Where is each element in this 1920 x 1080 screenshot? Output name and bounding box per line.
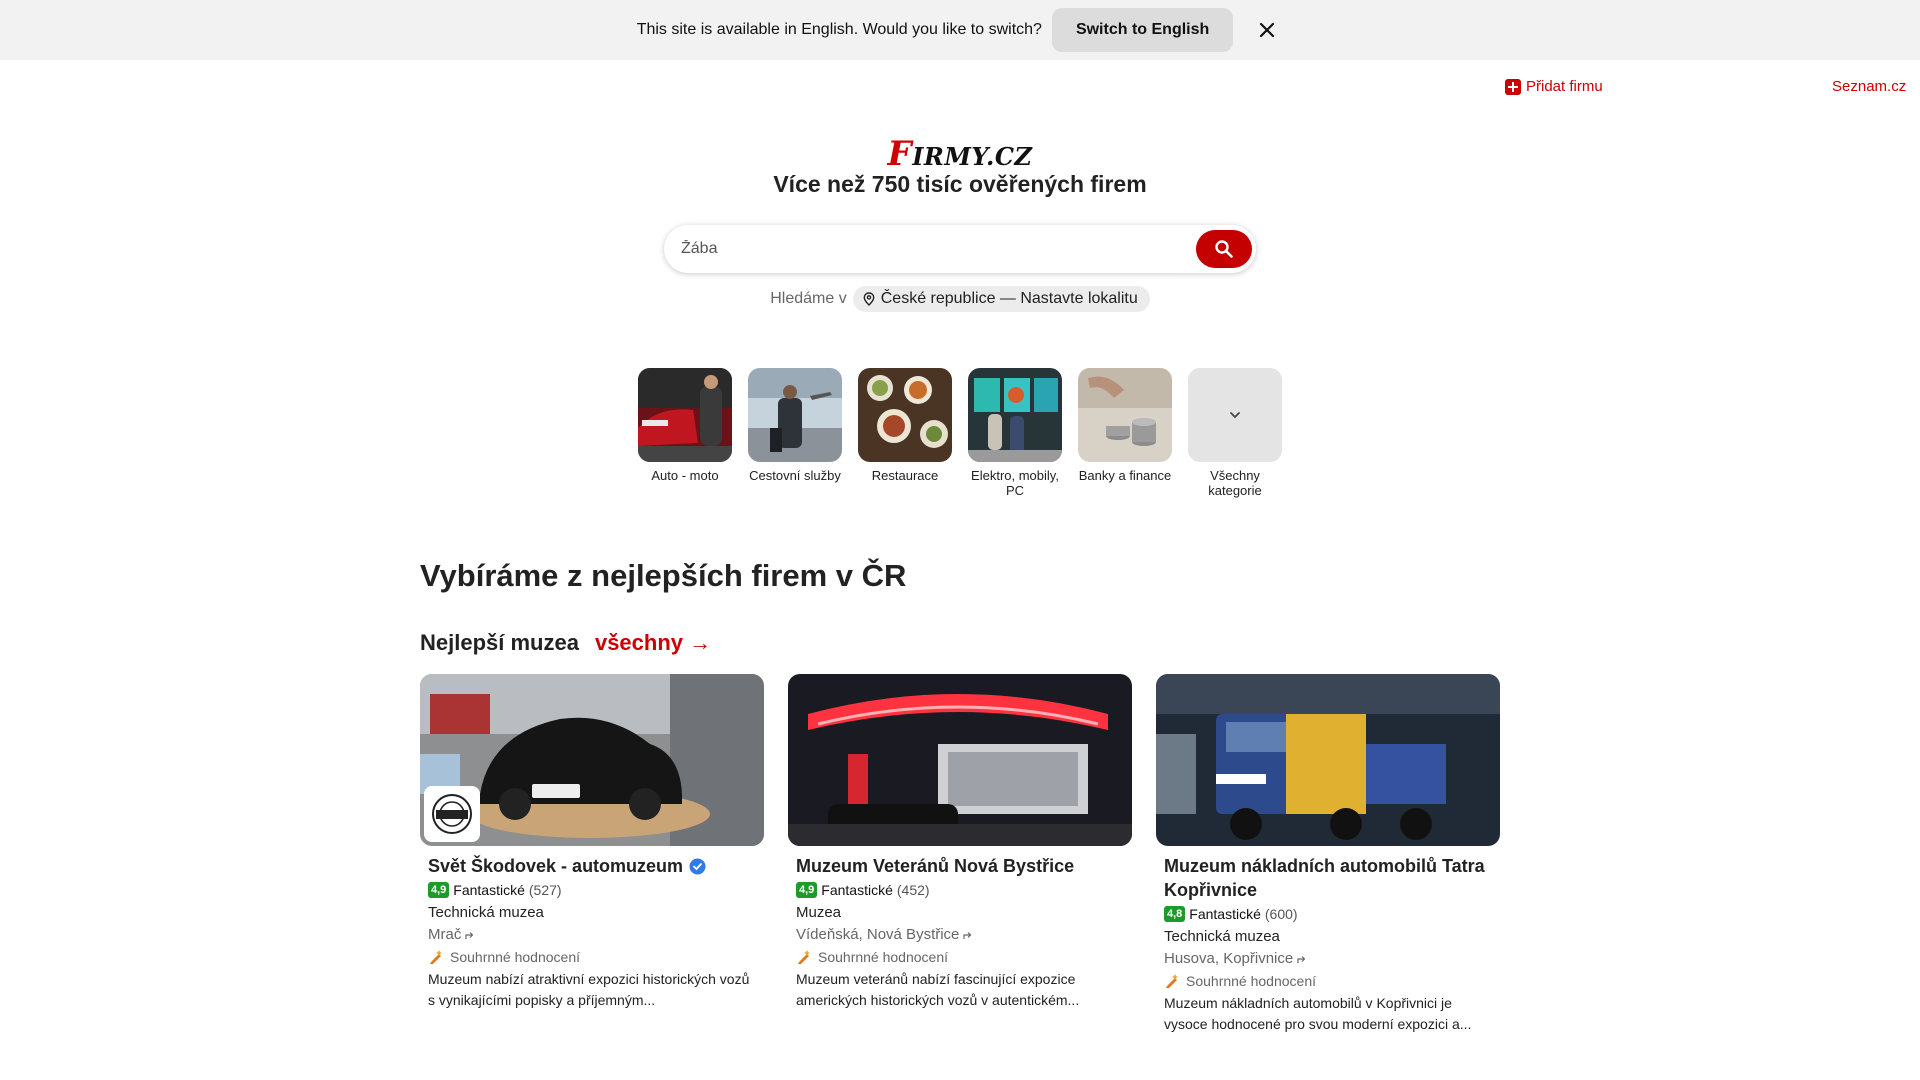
chevron-down-icon bbox=[1230, 412, 1240, 419]
expand-categories[interactable] bbox=[1188, 368, 1282, 462]
museum-description: Muzeum nákladních automobilů v Kopřivnic… bbox=[1164, 995, 1472, 1032]
museum-category: Technická muzea bbox=[1164, 928, 1280, 945]
category-strip: Auto - moto Cestovní služby Restaurace E… bbox=[638, 368, 1282, 498]
search-icon bbox=[1215, 240, 1233, 258]
museum-description: Muzeum nabízí atraktivní expozici histor… bbox=[428, 971, 750, 1008]
summary-rating: Souhrnné hodnocení bbox=[428, 949, 756, 965]
seznam-link[interactable]: Seznam.cz bbox=[1832, 78, 1906, 95]
category-image bbox=[748, 368, 842, 462]
locality-value: České republice — Nastavte lokalitu bbox=[880, 290, 1138, 307]
plus-icon bbox=[1505, 78, 1521, 95]
locality-row: Hledáme v České republice — Nastavte lok… bbox=[0, 286, 1920, 312]
firmy-logo[interactable]: FIRMY.CZ bbox=[0, 134, 1920, 174]
rating-count: (527) bbox=[528, 882, 562, 898]
locality-chip[interactable]: České republice — Nastavte lokalitu bbox=[852, 286, 1150, 312]
rating-count: (452) bbox=[896, 882, 930, 898]
category-travel[interactable]: Cestovní služby bbox=[748, 368, 842, 498]
museum-rating: 4,8 Fantastické (600) bbox=[1164, 906, 1492, 922]
add-firm-link[interactable]: Přidat firmu bbox=[1505, 78, 1603, 95]
category-banking[interactable]: Banky a finance bbox=[1078, 368, 1172, 498]
category-image bbox=[858, 368, 952, 462]
museum-description: Muzeum veteránů nabízí fascinující expoz… bbox=[796, 971, 1080, 1008]
rating-label: Fantastické bbox=[821, 882, 893, 898]
museum-address[interactable]: Vídeňská, Nová Bystřice bbox=[796, 926, 1124, 943]
svet-skodovek-logo bbox=[424, 786, 480, 842]
rating-score: 4,9 bbox=[428, 882, 450, 898]
language-banner: This site is available in English. Would… bbox=[0, 0, 1920, 60]
language-banner-message: This site is available in English. Would… bbox=[636, 21, 1042, 38]
category-label: Auto - moto bbox=[651, 468, 719, 483]
pencil-sparkle-icon bbox=[1166, 974, 1178, 988]
verified-icon bbox=[689, 858, 706, 874]
museums-heading: Nejlepší muzea všechny → bbox=[420, 630, 711, 656]
museum-title[interactable]: Muzeum Veteránů Nová Bystřice bbox=[796, 854, 1124, 878]
rating-label: Fantastické bbox=[453, 882, 525, 898]
close-icon[interactable] bbox=[1251, 14, 1283, 46]
museum-card[interactable]: Muzeum Veteránů Nová Bystřice 4,9 Fantas… bbox=[788, 674, 1132, 1035]
museum-title[interactable]: Svět Škodovek - automuzeum bbox=[428, 854, 756, 878]
museums-title: Nejlepší muzea bbox=[420, 630, 579, 655]
museum-title[interactable]: Muzeum nákladních automobilů Tatra Kopři… bbox=[1164, 854, 1492, 902]
pencil-sparkle-icon bbox=[430, 950, 442, 964]
museum-address[interactable]: Husova, Kopřivnice bbox=[1164, 950, 1492, 967]
category-all[interactable]: Všechny kategorie bbox=[1188, 368, 1282, 498]
category-label: Cestovní služby bbox=[749, 468, 841, 483]
all-museums-link[interactable]: všechny → bbox=[595, 630, 711, 656]
pencil-sparkle-icon bbox=[798, 950, 810, 964]
section-title: Vybíráme z nejlepších firem v ČR bbox=[420, 558, 907, 593]
category-label: Všechny kategorie bbox=[1208, 468, 1262, 498]
museum-photo bbox=[420, 674, 764, 846]
summary-rating: Souhrnné hodnocení bbox=[796, 949, 1124, 965]
museum-card[interactable]: Svět Škodovek - automuzeum 4,9 Fantastic… bbox=[420, 674, 764, 1035]
location-pin-icon bbox=[863, 292, 875, 306]
search-input[interactable] bbox=[681, 240, 1196, 258]
summary-rating: Souhrnné hodnocení bbox=[1164, 973, 1492, 989]
museum-category: Muzea bbox=[796, 904, 842, 921]
museum-photo bbox=[1156, 674, 1500, 846]
museum-cards: Svět Škodovek - automuzeum 4,9 Fantastic… bbox=[420, 674, 1500, 1035]
museum-photo bbox=[788, 674, 1132, 846]
museum-rating: 4,9 Fantastické (452) bbox=[796, 882, 1124, 898]
page-headline: Více než 750 tisíc ověřených firem bbox=[773, 171, 1147, 197]
museum-card[interactable]: Muzeum nákladních automobilů Tatra Kopři… bbox=[1156, 674, 1500, 1035]
directions-icon bbox=[465, 931, 474, 939]
rating-label: Fantastické bbox=[1189, 906, 1261, 922]
museum-rating: 4,9 Fantastické (527) bbox=[428, 882, 756, 898]
category-label: Restaurace bbox=[871, 468, 939, 483]
add-firm-label: Přidat firmu bbox=[1526, 78, 1603, 95]
category-restaurants[interactable]: Restaurace bbox=[858, 368, 952, 498]
rating-score: 4,9 bbox=[796, 882, 818, 898]
rating-count: (600) bbox=[1264, 906, 1298, 922]
search-button[interactable] bbox=[1196, 230, 1252, 268]
category-image bbox=[638, 368, 732, 462]
category-image bbox=[968, 368, 1062, 462]
category-label: Banky a finance bbox=[1078, 468, 1172, 483]
museum-address[interactable]: Mrač bbox=[428, 926, 756, 943]
category-electronics[interactable]: Elektro, mobily, PC bbox=[968, 368, 1062, 498]
directions-icon bbox=[1297, 955, 1306, 963]
category-image bbox=[1078, 368, 1172, 462]
search-bar bbox=[664, 225, 1256, 273]
rating-score: 4,8 bbox=[1164, 906, 1186, 922]
switch-to-english-button[interactable]: Switch to English bbox=[1051, 8, 1234, 52]
category-auto-moto[interactable]: Auto - moto bbox=[638, 368, 732, 498]
directions-icon bbox=[963, 931, 972, 939]
museum-category: Technická muzea bbox=[428, 904, 544, 921]
category-label: Elektro, mobily, PC bbox=[971, 468, 1059, 498]
locality-label: Hledáme v bbox=[770, 290, 847, 307]
